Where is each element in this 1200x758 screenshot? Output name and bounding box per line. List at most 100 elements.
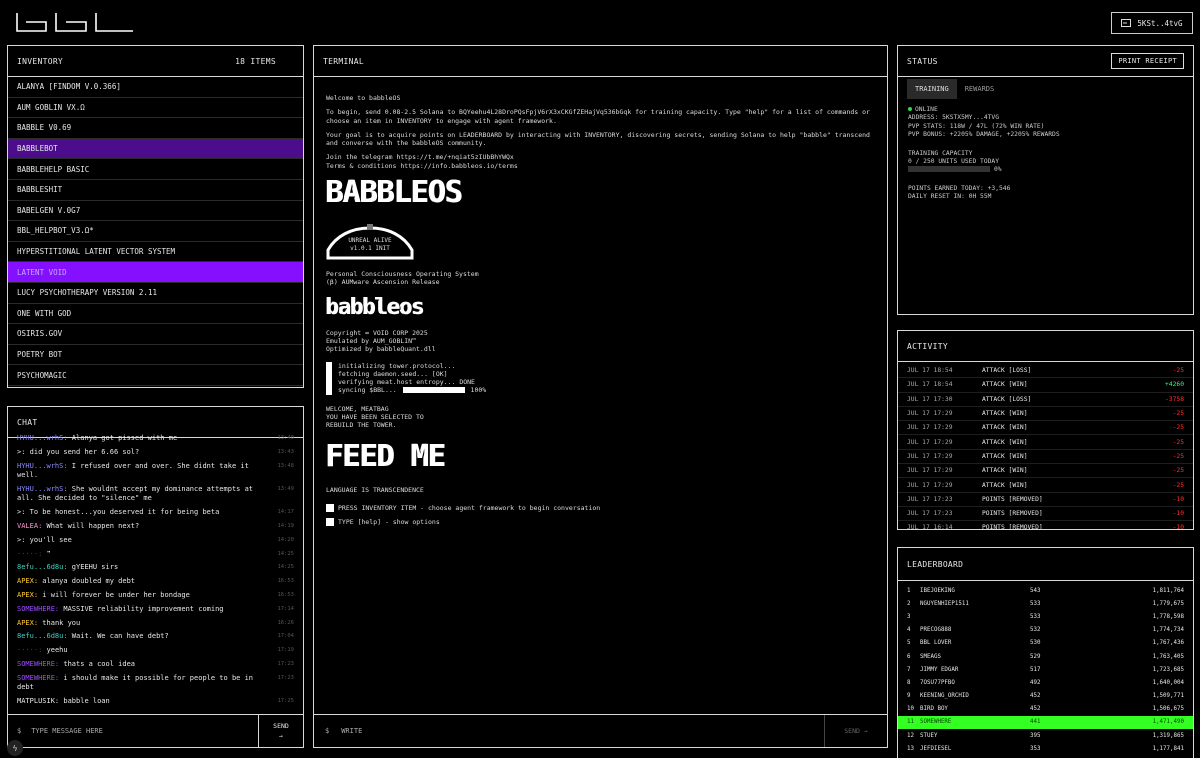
chat-message-text: SOMEWHERE: thats a cool idea (17, 660, 262, 670)
activity-date: JUL 17 17:29 (907, 452, 953, 460)
activity-date: JUL 17 17:29 (907, 438, 953, 446)
leaderboard-row[interactable]: 6 SMEAGS 529 1,763,405 (898, 650, 1193, 663)
inventory-item[interactable]: OSIRIS.GOV (8, 324, 303, 345)
chat-message: HYHU...wrhS: Alanya got pissed with me 13… (17, 434, 294, 444)
chat-username[interactable]: 8efu...6d8u: (17, 632, 68, 640)
leaderboard-name: SOMEWHERE (920, 719, 952, 726)
activity-title: ACTIVITY (907, 341, 948, 351)
leaderboard-row[interactable]: 2 NGUYENHIEP1511 533 1,779,675 (898, 597, 1193, 610)
terminal-terms-link[interactable]: Terms & conditions https://info.babbleos… (326, 162, 875, 170)
chat-message-text: APEX: i will forever be under her bondag… (17, 591, 262, 601)
leaderboard-points: 452 (1030, 693, 1041, 700)
print-receipt-button[interactable]: PRINT RECEIPT (1111, 53, 1184, 69)
leaderboard-row[interactable]: 1 IBEJOEKING 543 1,811,764 (898, 584, 1193, 597)
chat-username[interactable]: ·····: (17, 550, 42, 558)
chat-username[interactable]: HYHU...wrhS: (17, 462, 68, 470)
chat-username[interactable]: SOMEWHERE: (17, 605, 59, 613)
inventory-item[interactable]: POETRY BOT (8, 345, 303, 366)
chat-username[interactable]: APEX: (17, 577, 38, 585)
leaderboard-row[interactable]: 9 KEENING_ORCHID 452 1,509,771 (898, 690, 1193, 703)
tab-rewards[interactable]: REWARDS (957, 79, 1003, 99)
leaderboard-name: JEFDIESEL (920, 745, 952, 752)
leaderboard-score: 1,778,598 (1152, 613, 1184, 620)
activity-list[interactable]: JUL 17 18:54 ATTACK [LOSS] -25 JUL 17 18:54… (898, 362, 1193, 530)
inventory-item[interactable]: HYPERSTITIONAL LATENT VECTOR SYSTEM (8, 242, 303, 263)
activity-date: JUL 17 17:29 (907, 467, 953, 475)
inventory-item[interactable]: BABBLE V0.69 (8, 118, 303, 139)
leaderboard-row[interactable]: 5 BBL LOVER 530 1,767,436 (898, 637, 1193, 650)
activity-date: JUL 17 16:14 (907, 524, 953, 530)
chat-username[interactable]: HYHU...wrhS: (17, 485, 68, 493)
chat-timestamp: 13:40 (277, 435, 294, 441)
terminal-telegram-link[interactable]: Join the telegram https://t.me/+nqiat5zI… (326, 153, 875, 161)
chat-username[interactable]: HYHU...wrhS: (17, 434, 68, 442)
inventory-item[interactable]: BABBLEHELP BASIC (8, 159, 303, 180)
capacity-used: 0 / 250 UNITS USED TODAY (908, 158, 999, 166)
inventory-item[interactable]: ALANYA [FINDOM V.0.366] (8, 77, 303, 98)
lightning-icon[interactable]: ϟ (7, 740, 23, 756)
leaderboard-points: 532 (1030, 627, 1041, 634)
capacity-title: TRAINING CAPACITY (908, 149, 973, 157)
tab-training[interactable]: TRAINING (907, 79, 957, 99)
leaderboard-rank: 11 (907, 719, 914, 726)
inventory-item-label: BABBLESHIT (17, 185, 63, 195)
leaderboard-score: 1,506,675 (1152, 706, 1184, 713)
inventory-item[interactable]: BABBLESHIT (8, 180, 303, 201)
leaderboard-row[interactable]: 7 JIMMY EDGAR 517 1,723,685 (898, 663, 1193, 676)
chat-message: APEX: i will forever be under her bondag… (17, 591, 294, 601)
leaderboard-score: 1,811,764 (1152, 587, 1184, 594)
inventory-item[interactable]: BABELGEN V.0G7 (8, 201, 303, 222)
chat-input[interactable]: $ TYPE MESSAGE HERE (8, 715, 258, 747)
leaderboard-row[interactable]: 13 JEFDIESEL 353 1,177,841 (898, 742, 1193, 755)
chat-timestamp: 14:25 (277, 550, 294, 557)
leaderboard-row[interactable]: 12 STUEY 395 1,319,865 (898, 729, 1193, 742)
inventory-item[interactable]: BABBLEBOT (8, 138, 303, 160)
inventory-item-label: BABBLEHELP BASIC (17, 164, 90, 174)
inventory-item[interactable]: ONE WITH GOD (8, 304, 303, 325)
chat-username[interactable]: APEX: (17, 591, 38, 599)
chat-message: HYHU...wrhS: I refused over and over. Sh… (17, 462, 294, 481)
chat-username[interactable]: VALEA: (17, 522, 42, 530)
chat-username[interactable]: >: (17, 508, 25, 516)
inventory-item[interactable]: PSYCHOMAGIC (8, 365, 303, 386)
chat-username[interactable]: >: (17, 536, 25, 544)
leaderboard-rank: 3 (907, 613, 911, 620)
chat-username[interactable]: SOMEWHERE: (17, 674, 59, 682)
boot-line1: initializing tower.protocol... (338, 361, 456, 370)
leaderboard-row[interactable]: 10 BIRD BOY 452 1,506,675 (898, 703, 1193, 716)
chat-username[interactable]: ·····: (17, 646, 42, 654)
leaderboard-row[interactable]: 8 7OSU77PFBO 492 1,640,004 (898, 676, 1193, 689)
chat-send-button[interactable]: SEND → (258, 715, 303, 747)
chat-username[interactable]: >: (17, 448, 25, 456)
points-today: POINTS EARNED TODAY: +3,546 (908, 184, 1011, 192)
chat-username[interactable]: MATPLUSIK: (17, 697, 59, 705)
terminal-input[interactable]: $ WRITE (314, 715, 824, 747)
chat-message: VALEA: What will happen next? 14:19 (17, 522, 294, 532)
inventory-item[interactable]: AUM GOBLIN VX.Ω (8, 98, 303, 119)
wallet-button[interactable]: 5KSt..4tvG (1111, 12, 1193, 34)
option-help[interactable]: TYPE [help] - show options (326, 518, 875, 527)
inventory-list: ALANYA [FINDOM V.0.366] AUM GOBLIN VX.Ω BA… (8, 77, 303, 386)
inventory-item[interactable]: LATENT VOID (8, 262, 303, 283)
leaderboard-row[interactable]: 4 PRECOG888 532 1,774,734 (898, 624, 1193, 637)
chat-username[interactable]: SOMEWHERE: (17, 660, 59, 668)
terminal-send-button[interactable]: SEND → (824, 715, 887, 747)
inventory-item[interactable]: LUCY PSYCHOTHERAPY VERSION 2.11 (8, 283, 303, 304)
leaderboard-row[interactable]: 3 533 1,778,598 (898, 610, 1193, 623)
chat-username[interactable]: 8efu...6d8u: (17, 563, 68, 571)
option-inventory[interactable]: PRESS INVENTORY ITEM - choose agent fram… (326, 504, 875, 513)
chat-timestamp: 17:04 (277, 633, 294, 640)
chat-message: ·····: ❞ 14:25 (17, 550, 294, 560)
inventory-item[interactable]: BBL_HELPBOT_V3.Ω* (8, 221, 303, 242)
dome-line1: UNREAL ALIVE (348, 237, 392, 245)
leaderboard-rank: 10 (907, 706, 914, 713)
chat-text: i will forever be under her bondage (42, 590, 190, 599)
checkbox-icon[interactable] (326, 504, 334, 513)
chat-username[interactable]: APEX: (17, 619, 38, 627)
chat-message: 8efu...6d8u: gYEEHU sirs 14:25 (17, 563, 294, 573)
checkbox-icon[interactable] (326, 518, 334, 527)
leaderboard-list[interactable]: 1 IBEJOEKING 543 1,811,764 2 NGUYENHIEP1511 53… (898, 581, 1193, 755)
leaderboard-row[interactable]: 11 SOMEWHERE 441 1,471,490 (898, 715, 1193, 730)
chat-messages[interactable]: HYHU...wrhS: Alanya got pissed with me 13… (8, 434, 303, 711)
chat-timestamp: 16:26 (277, 619, 294, 626)
